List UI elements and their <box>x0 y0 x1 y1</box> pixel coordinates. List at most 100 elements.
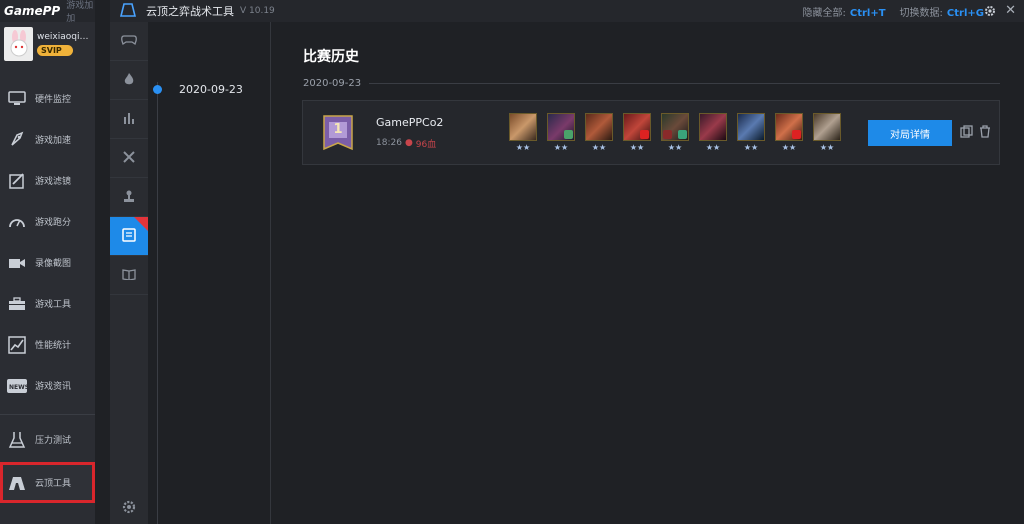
player-meta: 18:26 ● 96血 <box>376 137 486 150</box>
item-icon <box>640 130 649 139</box>
champion-stars: ★★ <box>667 143 683 152</box>
username: weixiaoqia... <box>37 32 91 42</box>
item-icon <box>792 130 801 139</box>
nav-list: 硬件监控 游戏加速 游戏滤镜 游戏跑分 录像截图 游戏工具 性能统计 NEWS … <box>0 78 95 406</box>
copy-icon[interactable] <box>960 125 973 141</box>
flame-icon <box>123 72 135 89</box>
monitor-icon <box>7 89 27 109</box>
champion-slot[interactable]: ★★ <box>699 113 727 152</box>
chart-icon <box>7 335 27 355</box>
champion-slot[interactable]: ★★ <box>547 113 575 152</box>
champion-portrait <box>585 113 613 141</box>
gear-icon <box>122 500 136 517</box>
nav-item-tools[interactable]: 游戏工具 <box>0 283 95 324</box>
player-name: GamePPCo2 <box>376 115 444 129</box>
nav-item-news[interactable]: NEWS 游戏资讯 <box>0 365 95 406</box>
main-panel: 比赛历史 2020-09-23 1 GamePPCo2 18:26 ● 96血 … <box>272 22 1024 524</box>
trash-icon[interactable] <box>979 125 991 141</box>
champion-slot[interactable]: ★★ <box>585 113 613 152</box>
match-detail-button[interactable]: 对局详情 <box>868 120 952 146</box>
camera-icon <box>7 253 27 273</box>
tool-gamepad[interactable] <box>110 22 148 61</box>
nav-item-stress-test[interactable]: 压力测试 <box>0 419 95 460</box>
player-info: GamePPCo2 18:26 ● 96血 <box>376 116 486 150</box>
gauge-icon <box>7 212 27 232</box>
tool-settings[interactable] <box>110 492 148 524</box>
tool-guide[interactable] <box>110 256 148 295</box>
tft-logo-icon <box>119 2 137 20</box>
new-ribbon <box>134 217 148 231</box>
champion-stars: ★★ <box>629 143 645 152</box>
champion-lineup: ★★ ★★ ★★ ★★ ★★ ★★ ★★ ★★ ★★ <box>509 113 841 152</box>
flask-icon <box>7 430 27 450</box>
tool-swords[interactable] <box>110 139 148 178</box>
champion-portrait <box>509 113 537 141</box>
nav-item-filter[interactable]: 游戏滤镜 <box>0 160 95 201</box>
match-row: 1 GamePPCo2 18:26 ● 96血 ★★ ★★ ★★ ★★ ★★ ★… <box>302 100 1000 165</box>
item-icon <box>678 130 687 139</box>
user-card[interactable]: weixiaoqia... SVIP <box>0 22 95 66</box>
avatar[interactable] <box>4 27 33 61</box>
gamepad-icon <box>121 34 137 49</box>
champion-portrait <box>699 113 727 141</box>
champion-stars: ★★ <box>591 143 607 152</box>
close-icon[interactable]: ✕ <box>1005 3 1016 18</box>
rank-number: 1 <box>333 121 343 137</box>
champion-stars: ★★ <box>515 143 531 152</box>
champion-slot[interactable]: ★★ <box>623 113 651 152</box>
crossed-swords-icon <box>122 150 136 167</box>
champion-slot[interactable]: ★★ <box>509 113 537 152</box>
tool-flame[interactable] <box>110 61 148 100</box>
champion-slot[interactable]: ★★ <box>737 113 765 152</box>
book-icon <box>122 268 136 283</box>
gear-icon[interactable] <box>984 5 996 20</box>
svg-text:NEWS: NEWS <box>9 384 27 391</box>
brand-row: GamePP 游戏加加 <box>0 0 95 24</box>
tool-joystick[interactable] <box>110 178 148 217</box>
tool-match-history[interactable] <box>110 217 148 256</box>
nav-label: 录像截图 <box>35 259 72 269</box>
shortcut-hints: 隐藏全部: Ctrl+T 切换数据: Ctrl+G <box>802 0 984 22</box>
hide-all-hint: 隐藏全部: Ctrl+T <box>802 7 886 19</box>
news-icon: NEWS <box>7 376 27 396</box>
champion-slot[interactable]: ★★ <box>775 113 803 152</box>
main-sidebar: GamePP 游戏加加 weixiaoqia... SVIP 硬件监控 游戏加速… <box>0 0 95 524</box>
date-timeline: 2020-09-23 <box>148 22 271 524</box>
date-header: 2020-09-23 <box>303 78 1000 89</box>
nav-item-hardware[interactable]: 硬件监控 <box>0 78 95 119</box>
switch-data-hint: 切换数据: Ctrl+G <box>899 7 984 19</box>
tool-stats[interactable] <box>110 100 148 139</box>
champion-portrait <box>813 113 841 141</box>
date-divider <box>369 83 1000 84</box>
champion-slot[interactable]: ★★ <box>813 113 841 152</box>
nav-item-tft-tools[interactable]: 云顶工具 <box>0 462 95 503</box>
bar-chart-icon <box>123 112 135 127</box>
joystick-icon <box>122 189 136 206</box>
nav-label: 压力测试 <box>35 436 72 446</box>
nav-item-recording[interactable]: 录像截图 <box>0 242 95 283</box>
app-title: 云顶之弈战术工具 <box>146 5 234 18</box>
match-time: 18:26 <box>376 138 402 148</box>
switch-data-key: Ctrl+G <box>946 7 984 19</box>
date-label: 2020-09-23 <box>303 78 362 89</box>
nav-item-benchmark[interactable]: 游戏跑分 <box>0 201 95 242</box>
champion-stars: ★★ <box>705 143 721 152</box>
app-version: V 10.19 <box>240 6 275 16</box>
toolbox-icon <box>7 294 27 314</box>
remaining-hp: 96血 <box>415 139 437 150</box>
champion-slot[interactable]: ★★ <box>661 113 689 152</box>
champion-stars: ★★ <box>819 143 835 152</box>
nav-item-accelerate[interactable]: 游戏加速 <box>0 119 95 160</box>
champion-portrait <box>547 113 575 141</box>
nav-divider <box>0 414 95 415</box>
item-icon <box>564 130 573 139</box>
timeline-line <box>157 82 158 524</box>
filter-icon <box>7 171 27 191</box>
tft-icon <box>7 473 27 493</box>
champion-portrait <box>623 113 651 141</box>
nav-item-stats[interactable]: 性能统计 <box>0 324 95 365</box>
item-icon <box>663 130 672 139</box>
champion-stars: ★★ <box>781 143 797 152</box>
timeline-date[interactable]: 2020-09-23 <box>179 83 243 96</box>
title-bar: 云顶之弈战术工具 V 10.19 隐藏全部: Ctrl+T 切换数据: Ctrl+G… <box>110 0 1024 22</box>
